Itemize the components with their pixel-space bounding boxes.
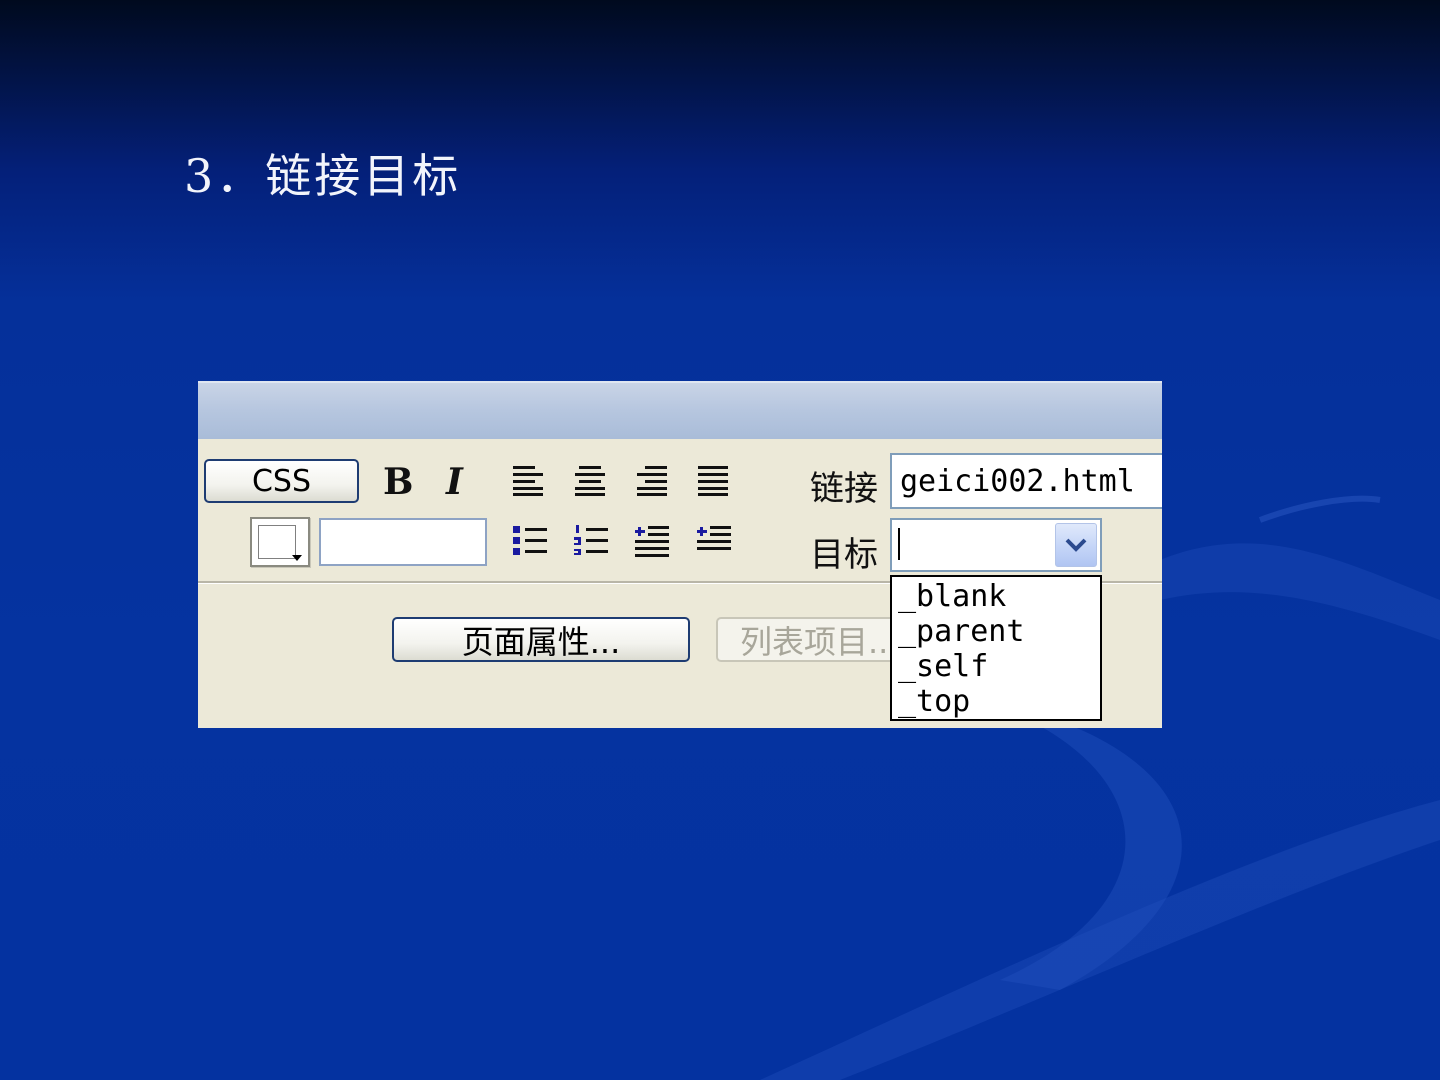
list-item-button: 列表项目... xyxy=(716,617,892,662)
property-inspector: CSS B I 链接 geici002.html 目标 页面属性... 列表项目… xyxy=(198,381,1162,728)
color-picker-icon[interactable] xyxy=(250,517,310,567)
link-input[interactable]: geici002.html xyxy=(890,453,1162,509)
target-option-parent[interactable]: _parent xyxy=(892,614,1100,649)
italic-button[interactable]: I xyxy=(446,461,463,503)
bold-button[interactable]: B xyxy=(383,461,413,503)
align-center-icon[interactable] xyxy=(573,463,607,497)
outdent-icon[interactable] xyxy=(634,524,670,558)
chevron-down-icon xyxy=(1065,538,1087,552)
page-properties-button[interactable]: 页面属性... xyxy=(392,617,690,662)
align-left-icon[interactable] xyxy=(512,463,546,497)
align-right-icon[interactable] xyxy=(634,463,668,497)
ordered-list-icon[interactable] xyxy=(573,524,609,558)
justify-icon[interactable] xyxy=(696,463,730,497)
text-caret xyxy=(898,528,900,560)
target-dropdown-list: _blank _parent _self _top xyxy=(890,575,1102,721)
target-label: 目标 xyxy=(810,535,878,575)
target-option-self[interactable]: _self xyxy=(892,649,1100,684)
target-dropdown-button[interactable] xyxy=(1055,523,1097,567)
unordered-list-icon[interactable] xyxy=(512,524,548,558)
link-label: 链接 xyxy=(810,469,878,509)
target-select[interactable] xyxy=(890,518,1102,572)
slide-title: 3．链接目标 xyxy=(184,149,462,203)
color-text-field[interactable] xyxy=(319,518,487,566)
inspector-header xyxy=(198,381,1162,439)
target-option-blank[interactable]: _blank xyxy=(892,579,1100,614)
color-picker-arrow xyxy=(292,555,302,561)
indent-icon[interactable] xyxy=(696,524,732,558)
color-swatch xyxy=(258,525,296,559)
css-button[interactable]: CSS xyxy=(204,459,359,503)
target-option-top[interactable]: _top xyxy=(892,684,1100,719)
